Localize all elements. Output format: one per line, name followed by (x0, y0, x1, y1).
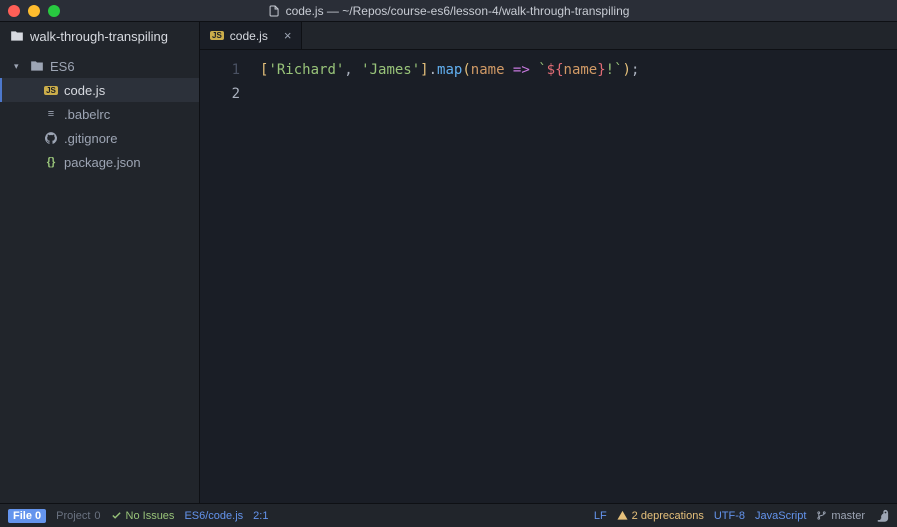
branch-icon (816, 510, 827, 521)
lint-status[interactable]: No Issues (111, 510, 175, 522)
project-count: 0 (94, 510, 100, 522)
squirrel-icon[interactable] (875, 509, 889, 523)
minimize-window-button[interactable] (28, 5, 40, 17)
zoom-window-button[interactable] (48, 5, 60, 17)
js-icon: JS (210, 31, 224, 40)
project-issues[interactable]: Project 0 (56, 510, 100, 522)
warning-icon (617, 510, 628, 521)
method: map (437, 62, 462, 78)
file-path[interactable]: ES6/code.js (184, 510, 243, 522)
file-icon (268, 5, 280, 17)
tab-bar: JS code.js × (200, 22, 897, 50)
deprecations-text: 2 deprecations (632, 510, 704, 522)
check-icon (111, 510, 122, 521)
window-controls (8, 5, 60, 17)
project-label: Project (56, 510, 90, 522)
window-title: code.js — ~/Repos/course-es6/lesson-4/wa… (268, 4, 630, 18)
braces-icon: {} (44, 156, 58, 168)
backtick: ` (614, 62, 622, 78)
string: 'James' (361, 62, 420, 78)
template-close: } (597, 62, 605, 78)
variable: name (564, 62, 598, 78)
folder-icon (30, 59, 44, 73)
deprecations[interactable]: 2 deprecations (617, 510, 704, 522)
line-ending[interactable]: LF (594, 510, 607, 522)
backtick: ` (538, 62, 546, 78)
encoding[interactable]: UTF-8 (714, 510, 745, 522)
project-root-label: walk-through-transpiling (30, 29, 168, 44)
bracket: ] (420, 62, 428, 78)
code-content[interactable]: ['Richard', 'James'].map(name => `${name… (250, 50, 649, 503)
status-bar: File 0 Project 0 No Issues ES6/code.js 2… (0, 503, 897, 527)
lines-icon: ≡ (44, 108, 58, 120)
tree-file-label: .babelrc (64, 107, 110, 122)
language-mode[interactable]: JavaScript (755, 510, 806, 522)
file-badge-label: File (13, 510, 32, 522)
literal: ! (606, 62, 614, 78)
gutter: 1 2 (200, 50, 250, 503)
titlebar: code.js — ~/Repos/course-es6/lesson-4/wa… (0, 0, 897, 22)
git-branch[interactable]: master (816, 510, 865, 522)
code-area[interactable]: 1 2 ['Richard', 'James'].map(name => `${… (200, 50, 897, 503)
paren: ) (623, 62, 631, 78)
tree-file-package-json[interactable]: {} package.json (0, 150, 199, 174)
lint-status-text: No Issues (126, 510, 175, 522)
tab-label: code.js (230, 29, 268, 43)
tree-file-label: .gitignore (64, 131, 117, 146)
line-number-current: 2 (200, 82, 240, 106)
tree-folder-label: ES6 (50, 59, 75, 74)
arrow: => (505, 62, 539, 78)
close-icon[interactable]: × (284, 28, 292, 43)
project-root[interactable]: walk-through-transpiling (0, 22, 199, 50)
line-number: 1 (200, 58, 240, 82)
cursor-position[interactable]: 2:1 (253, 510, 268, 522)
github-icon (44, 132, 58, 144)
file-tree: ▾ ES6 JS code.js ≡ .babelrc .gitignore {… (0, 50, 199, 174)
sidebar: walk-through-transpiling ▾ ES6 JS code.j… (0, 22, 200, 503)
git-branch-name: master (831, 510, 865, 522)
tree-file-label: code.js (64, 83, 105, 98)
string: 'Richard' (268, 62, 344, 78)
paren: ( (462, 62, 470, 78)
file-badge-count: 0 (35, 510, 41, 522)
tree-file-label: package.json (64, 155, 141, 170)
template-open: ${ (547, 62, 564, 78)
tree-file-code-js[interactable]: JS code.js (0, 78, 199, 102)
semicolon: ; (631, 62, 639, 78)
tree-file-gitignore[interactable]: .gitignore (0, 126, 199, 150)
punct: . (429, 62, 437, 78)
folder-icon (10, 29, 24, 43)
editor: JS code.js × 1 2 ['Richard', 'James'].ma… (200, 22, 897, 503)
param: name (471, 62, 505, 78)
tree-file-babelrc[interactable]: ≡ .babelrc (0, 102, 199, 126)
window-title-text: code.js — ~/Repos/course-es6/lesson-4/wa… (286, 4, 630, 18)
chevron-down-icon: ▾ (14, 61, 24, 72)
close-window-button[interactable] (8, 5, 20, 17)
main-area: walk-through-transpiling ▾ ES6 JS code.j… (0, 22, 897, 503)
tree-folder-es6[interactable]: ▾ ES6 (0, 54, 199, 78)
file-issues-badge[interactable]: File 0 (8, 509, 46, 523)
js-icon: JS (44, 86, 58, 95)
punct: , (344, 62, 361, 78)
tab-code-js[interactable]: JS code.js × (200, 22, 302, 49)
